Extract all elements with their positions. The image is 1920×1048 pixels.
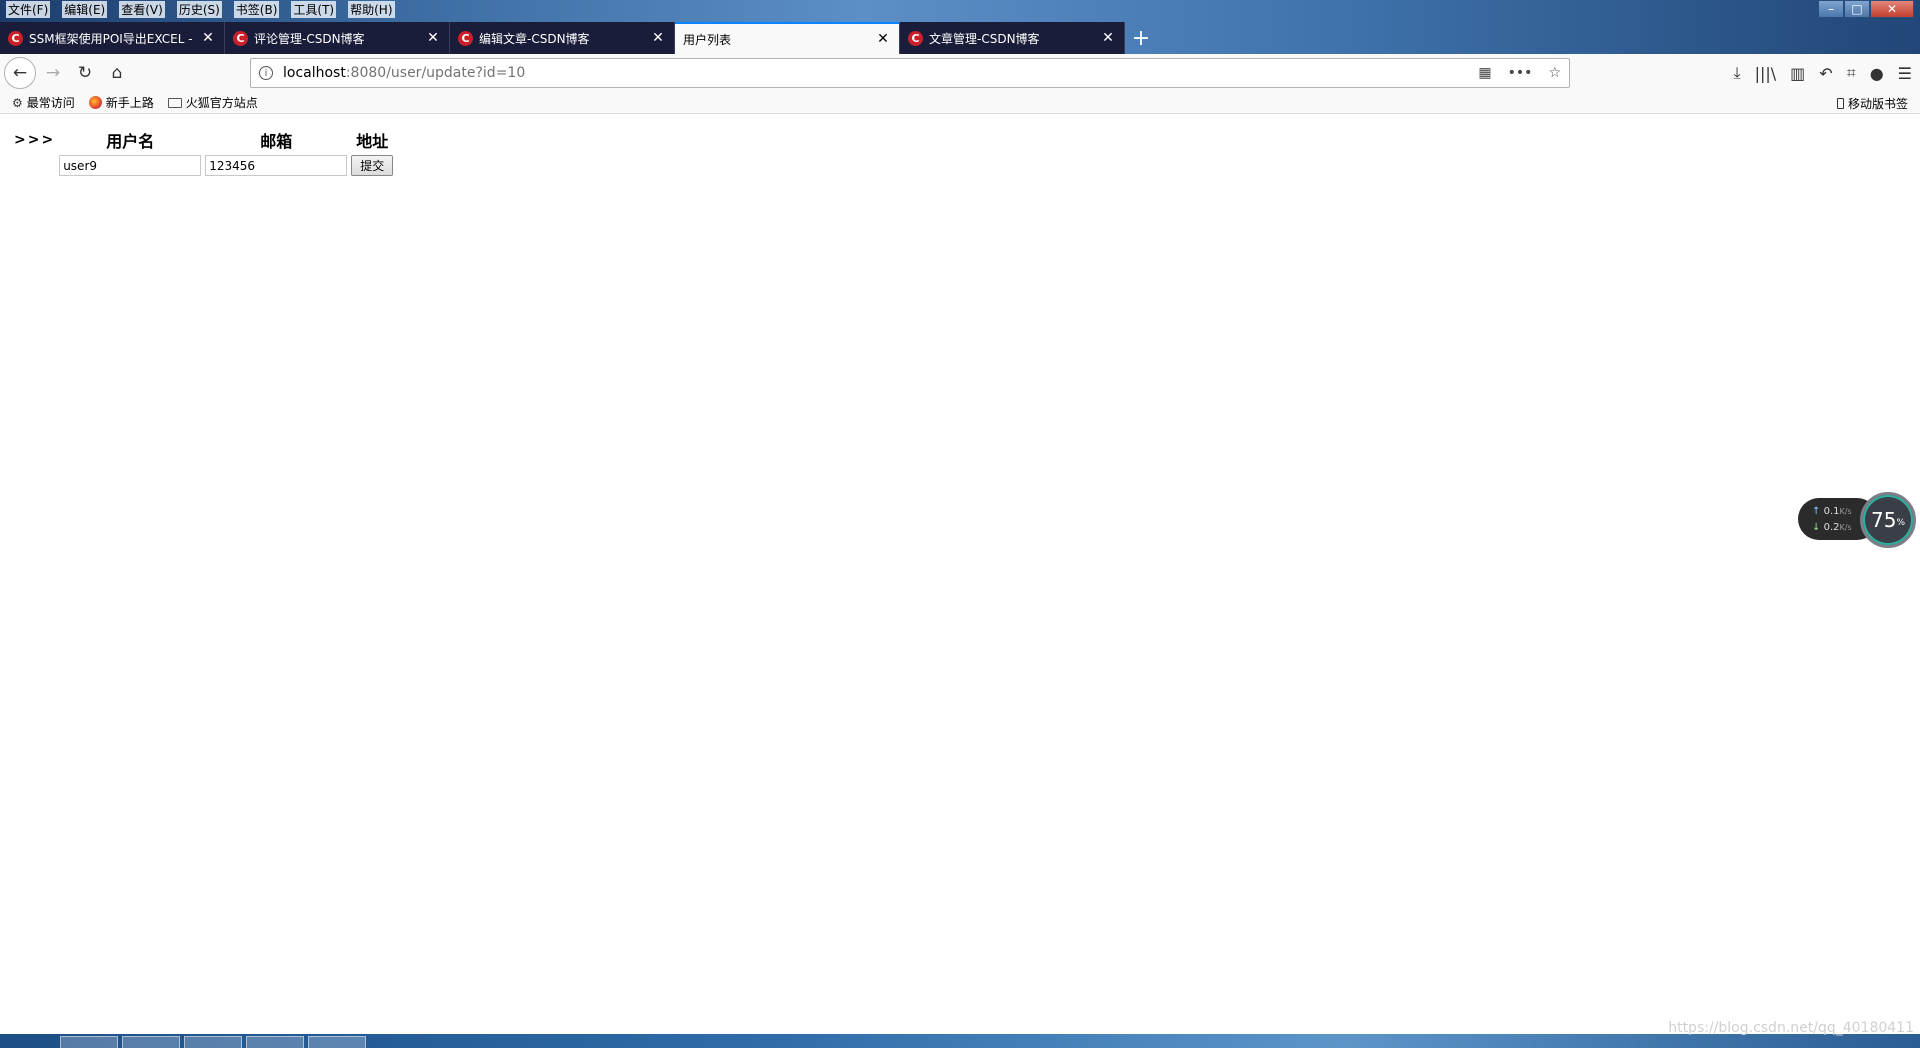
- reload-button[interactable]: ↻: [70, 58, 100, 88]
- undo-icon[interactable]: ↶: [1819, 64, 1832, 83]
- back-button[interactable]: ←: [4, 57, 36, 89]
- email-input[interactable]: [205, 155, 348, 176]
- screenshot-icon[interactable]: ⌗: [1847, 63, 1856, 83]
- csdn-icon: C: [908, 30, 923, 46]
- bookmark-most-visited[interactable]: ⚙ 最常访问: [12, 94, 75, 111]
- network-speed-widget[interactable]: ↑ 0.1K/s ↓ 0.2K/s 75%: [1798, 492, 1918, 548]
- mobile-bookmarks-label: 移动版书签: [1847, 96, 1908, 111]
- download-icon[interactable]: ⤓: [1734, 63, 1741, 83]
- firefox-icon: [88, 96, 102, 109]
- username-cell: [57, 154, 203, 177]
- tab-title: 用户列表: [683, 32, 732, 47]
- close-icon[interactable]: ✕: [425, 30, 441, 46]
- taskbar-app-chrome[interactable]: [184, 1036, 242, 1048]
- menu-bookmarks[interactable]: 书签(B): [233, 1, 280, 18]
- empty-cell: [12, 154, 57, 177]
- sidebar-icon[interactable]: ▥: [1790, 64, 1805, 83]
- email-cell: [203, 154, 349, 177]
- navigation-bar: ← → ↻ ⌂ i localhost:8080/user/update?id=…: [0, 54, 1920, 92]
- library-icon[interactable]: |||\: [1755, 64, 1777, 83]
- close-icon[interactable]: ✕: [200, 30, 216, 46]
- qrcode-icon[interactable]: ▦: [1478, 65, 1491, 81]
- menu-view[interactable]: 查看(V): [119, 1, 165, 18]
- toolbar-right: ⤓ |||\ ▥ ↶ ⌗ ● ☰: [1734, 58, 1920, 88]
- bookmark-label: 新手上路: [105, 96, 154, 110]
- header-row: >>> 用户名 邮箱 地址: [12, 126, 395, 154]
- close-window-button[interactable]: ✕: [1870, 0, 1914, 18]
- maximize-button[interactable]: □: [1844, 0, 1870, 18]
- tab-title: SSM框架使用POI导出EXCEL -: [29, 31, 193, 46]
- taskbar-app-ie[interactable]: [60, 1036, 118, 1048]
- submit-button[interactable]: 提交: [351, 155, 394, 176]
- forward-button[interactable]: →: [38, 58, 68, 88]
- tab-article-manage[interactable]: C 文章管理-CSDN博客 ✕: [900, 22, 1125, 54]
- csdn-icon: C: [8, 30, 23, 46]
- close-icon[interactable]: ✕: [650, 30, 666, 46]
- menu-icon[interactable]: ☰: [1898, 64, 1912, 83]
- bookmark-firefox-site[interactable]: 火狐官方站点: [167, 94, 258, 111]
- upload-speed: 0.1: [1823, 506, 1840, 517]
- upload-arrow-icon: ↑: [1812, 506, 1821, 517]
- gauge-percent: 75: [1870, 508, 1897, 532]
- home-button[interactable]: ⌂: [102, 58, 132, 88]
- mobile-phone-icon: [1836, 97, 1844, 109]
- tab-title: 评论管理-CSDN博客: [254, 31, 365, 46]
- watermark: https://blog.csdn.net/qq_40180411: [1668, 1020, 1914, 1036]
- bookmark-getting-started[interactable]: 新手上路: [88, 94, 154, 111]
- taskbar-app-eclipse[interactable]: [246, 1036, 304, 1048]
- menubar: 文件(F) 编辑(E) 查看(V) 历史(S) 书签(B) 工具(T) 帮助(H…: [0, 0, 1920, 19]
- menu-edit[interactable]: 编辑(E): [62, 1, 108, 18]
- tab-title: 编辑文章-CSDN博客: [479, 31, 590, 46]
- tab-strip: C SSM框架使用POI导出EXCEL - ✕ C 评论管理-CSDN博客 ✕ …: [0, 19, 1920, 54]
- download-speed: 0.2: [1823, 522, 1840, 533]
- username-input[interactable]: [59, 155, 202, 176]
- memory-gauge: 75%: [1860, 492, 1916, 548]
- upload-unit: K/s: [1839, 507, 1852, 516]
- taskbar: [0, 1034, 1920, 1048]
- bookmarks-bar: ⚙ 最常访问 新手上路 火狐官方站点 移动版书签: [0, 92, 1920, 114]
- download-unit: K/s: [1839, 523, 1852, 532]
- more-actions-icon[interactable]: •••: [1508, 65, 1533, 81]
- csdn-icon: C: [233, 30, 248, 46]
- tab-comment-manage[interactable]: C 评论管理-CSDN博客 ✕: [225, 22, 450, 54]
- url-actions: ▦ ••• ☆: [1478, 65, 1561, 81]
- minimize-button[interactable]: –: [1818, 0, 1844, 18]
- submit-cell: 提交: [349, 154, 395, 177]
- tab-title: 文章管理-CSDN博客: [929, 31, 1040, 46]
- mobile-bookmarks[interactable]: 移动版书签: [1836, 92, 1908, 114]
- header-address: 地址: [356, 132, 389, 151]
- input-row: 提交: [12, 154, 395, 177]
- menu-tools[interactable]: 工具(T): [291, 1, 337, 18]
- gear-icon: ⚙: [12, 95, 23, 110]
- header-username: 用户名: [106, 132, 155, 151]
- chat-icon[interactable]: ●: [1870, 64, 1884, 83]
- menu-help[interactable]: 帮助(H): [348, 1, 395, 18]
- url-bar[interactable]: i localhost:8080/user/update?id=10 ▦ •••…: [250, 58, 1570, 88]
- folder-icon: [167, 97, 182, 108]
- header-email: 邮箱: [260, 132, 293, 151]
- url-host: localhost: [283, 65, 346, 81]
- bookmark-label: 火狐官方站点: [185, 96, 258, 110]
- gauge-percent-sign: %: [1896, 518, 1905, 528]
- download-arrow-icon: ↓: [1812, 522, 1821, 533]
- tab-edit-article[interactable]: C 编辑文章-CSDN博客 ✕: [450, 22, 675, 54]
- arrow-marker: >>>: [14, 132, 56, 148]
- bookmark-label: 最常访问: [26, 96, 75, 110]
- taskbar-app-firefox[interactable]: [308, 1036, 366, 1048]
- bookmark-star-icon[interactable]: ☆: [1548, 65, 1561, 81]
- url-path: :8080/user/update?id=10: [345, 65, 526, 81]
- window-controls: – □ ✕: [1818, 0, 1914, 18]
- new-tab-button[interactable]: +: [1125, 22, 1157, 54]
- menu-file[interactable]: 文件(F): [6, 1, 51, 18]
- page-content: >>> 用户名 邮箱 地址 提交 ↑ 0.1K/s ↓ 0.2K/s 75%: [0, 114, 1920, 1034]
- tab-ssm-poi[interactable]: C SSM框架使用POI导出EXCEL - ✕: [0, 22, 225, 54]
- close-icon[interactable]: ✕: [875, 31, 891, 47]
- user-update-form: >>> 用户名 邮箱 地址 提交: [12, 126, 395, 177]
- menu-history[interactable]: 历史(S): [176, 1, 222, 18]
- info-icon[interactable]: i: [259, 66, 273, 80]
- tab-user-list[interactable]: 用户列表 ✕: [675, 22, 900, 54]
- close-icon[interactable]: ✕: [1100, 30, 1116, 46]
- taskbar-app-explorer[interactable]: [122, 1036, 180, 1048]
- csdn-icon: C: [458, 30, 473, 46]
